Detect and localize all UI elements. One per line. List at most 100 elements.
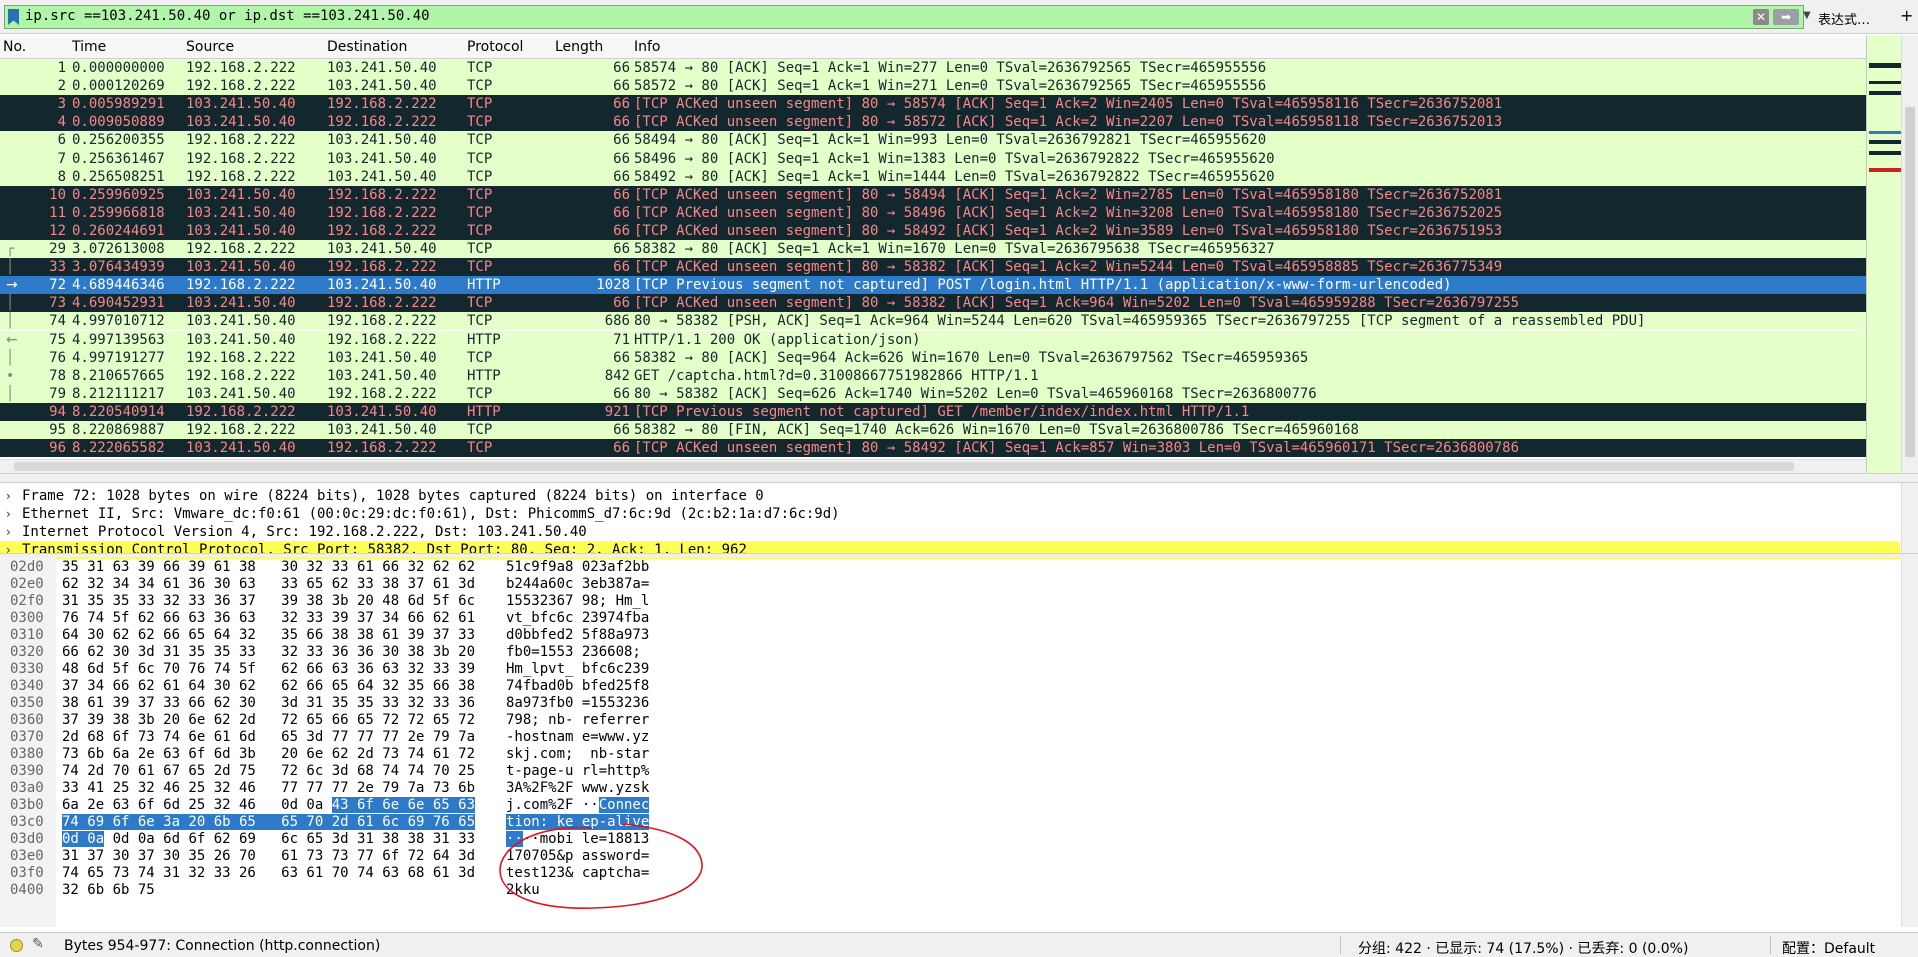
scrollbar-thumb[interactable] (14, 462, 1794, 471)
details-tree-item[interactable]: › Internet Protocol Version 4, Src: 192.1… (0, 523, 1900, 541)
column-header-no[interactable]: No. (3, 39, 26, 55)
hex-bytes[interactable]: 32 6b 6b 75 (62, 882, 155, 899)
packet-row[interactable]: 79 8.212111217 103.241.50.40 192.168.2.222 T… (0, 384, 1866, 403)
hex-bytes[interactable]: 73 6b 6a 2e 63 6f 6d 3b 20 6e 62 2d 73 7… (62, 746, 475, 763)
packet-row[interactable]: 72 4.689446346 192.168.2.222 103.241.50.40 H… (0, 276, 1866, 295)
hex-bytes[interactable]: 0d 0a 0d 0a 6d 6f 62 69 6c 65 3d 31 38 3… (62, 831, 475, 848)
column-header-time[interactable]: Time (72, 39, 106, 55)
dropdown-icon[interactable]: ▼ (1803, 10, 1811, 21)
bytes-scrollbar[interactable] (1901, 557, 1918, 927)
column-header-protocol[interactable]: Protocol (467, 39, 523, 55)
expand-arrow-icon[interactable]: › (6, 505, 11, 523)
hex-bytes[interactable]: 31 35 35 33 32 33 36 37 39 38 3b 20 48 6… (62, 593, 475, 610)
packet-cell-proto: HTTP (467, 367, 501, 384)
hex-bytes[interactable]: 2d 68 6f 73 74 6e 61 6d 65 3d 77 77 77 2… (62, 729, 475, 746)
packet-row[interactable]: 7 0.256361467 192.168.2.222 103.241.50.40 TC… (0, 149, 1866, 168)
ascii-bytes[interactable]: 51c9f9a8 023af2bb (506, 559, 649, 576)
packet-row[interactable]: 75 4.997139563 103.241.50.40 192.168.2.222 H… (0, 330, 1866, 349)
packet-row[interactable]: 4 0.009050889 103.241.50.40 192.168.2.222 TC… (0, 113, 1866, 132)
ascii-bytes[interactable]: Hm_lpvt_ bfc6c239 (506, 661, 649, 678)
hex-bytes[interactable]: 66 62 30 3d 31 35 35 33 32 33 36 36 30 3… (62, 644, 475, 661)
ascii-bytes[interactable]: 74fbad0b bfed25f8 (506, 678, 649, 695)
hex-bytes[interactable]: 6a 2e 63 6f 6d 25 32 46 0d 0a 43 6f 6e 6… (62, 797, 476, 814)
hex-bytes[interactable]: 74 65 73 74 31 32 33 26 63 61 70 74 63 6… (62, 865, 475, 882)
ascii-bytes[interactable]: b244a60c 3eb387a= (506, 576, 649, 593)
hex-bytes[interactable]: 31 37 30 37 30 35 26 70 61 73 73 77 6f 7… (62, 848, 475, 865)
packet-row[interactable]: 8 0.256508251 192.168.2.222 103.241.50.40 TC… (0, 167, 1866, 186)
ascii-bytes[interactable]: 15532367 98; Hm_l (506, 593, 649, 610)
packet-list-horizontal-scrollbar[interactable] (0, 459, 1866, 473)
hex-bytes[interactable]: 35 31 63 39 66 39 61 38 30 32 33 61 66 3… (62, 559, 475, 576)
packet-row[interactable]: 12 0.260244691 103.241.50.40 192.168.2.222 T… (0, 221, 1866, 240)
status-profile[interactable]: 配置：Default (1782, 938, 1875, 957)
selected-byte-span: 0d 0a (62, 831, 105, 847)
packet-row[interactable]: 95 8.220869887 192.168.2.222 103.241.50.40 T… (0, 421, 1866, 439)
pane-splitter[interactable] (0, 473, 1918, 483)
bookmark-icon[interactable] (8, 9, 19, 25)
hex-offset: 0390 (10, 763, 44, 779)
details-scrollbar[interactable] (1901, 483, 1918, 553)
ascii-bytes[interactable]: t-page-u rl=http% (506, 763, 649, 780)
hex-bytes[interactable]: 74 2d 70 61 67 65 2d 75 72 6c 3d 68 74 7… (62, 763, 475, 780)
packet-row[interactable]: 33 3.076434939 103.241.50.40 192.168.2.222 T… (0, 258, 1866, 277)
packet-cell-dst: 192.168.2.222 (327, 313, 437, 330)
ascii-bytes[interactable]: j.com%2F ··Connec (506, 797, 650, 814)
packet-row[interactable]: 96 8.222065582 103.241.50.40 192.168.2.222 T… (0, 439, 1866, 458)
ascii-bytes[interactable]: d0bbfed2 5f88a973 (506, 627, 649, 644)
hex-bytes[interactable]: 62 32 34 34 61 36 30 63 33 65 62 33 38 3… (62, 576, 475, 593)
expression-button[interactable]: 表达式… (1818, 9, 1870, 28)
expand-arrow-icon[interactable]: › (6, 523, 11, 541)
clear-icon[interactable]: ✕ (1753, 9, 1769, 25)
hex-bytes[interactable]: 74 69 6f 6e 3a 20 6b 65 65 70 2d 61 6c 6… (62, 814, 476, 831)
red-ellipse-annotation (499, 823, 703, 909)
ascii-bytes[interactable]: skj.com; nb-star (506, 746, 649, 763)
hex-bytes[interactable]: 37 39 38 3b 20 6e 62 2d 72 65 66 65 72 7… (62, 712, 475, 729)
column-header-info[interactable]: Info (634, 39, 661, 55)
ascii-bytes[interactable]: fb0=1553 236608; (506, 644, 649, 661)
packet-cell-src: 192.168.2.222 (186, 150, 296, 167)
packet-minimap[interactable] (1866, 35, 1901, 473)
packet-row[interactable]: 11 0.259966818 103.241.50.40 192.168.2.222 T… (0, 203, 1866, 222)
packet-cell-proto: TCP (467, 60, 493, 76)
packet-cell-time: 4.997010712 (72, 313, 165, 330)
packet-row[interactable]: 73 4.690452931 103.241.50.40 192.168.2.222 T… (0, 294, 1866, 313)
packet-row[interactable]: 74 4.997010712 103.241.50.40 192.168.2.222 T… (0, 312, 1866, 331)
hex-bytes[interactable]: 38 61 39 37 33 66 62 30 3d 31 35 35 33 3… (62, 695, 475, 712)
packet-row[interactable]: 94 8.220540914 192.168.2.222 103.241.50.40 H… (0, 402, 1866, 421)
packet-list-vertical-scrollbar[interactable] (1901, 35, 1918, 473)
packet-row[interactable]: 1 0.000000000 192.168.2.222 103.241.50.40 TC… (0, 59, 1866, 77)
byte-span: 35 31 63 39 66 39 61 38 30 32 33 61 66 3… (62, 559, 476, 575)
hex-bytes[interactable]: 33 41 25 32 46 25 32 46 77 77 77 2e 79 7… (62, 780, 475, 797)
ascii-bytes[interactable]: vt_bfc6c 23974fba (506, 610, 649, 627)
packet-row[interactable]: 78 8.210657665 192.168.2.222 103.241.50.40 H… (0, 366, 1866, 385)
expand-arrow-icon[interactable]: › (6, 487, 11, 505)
packet-row[interactable]: 6 0.256200355 192.168.2.222 103.241.50.40 TC… (0, 131, 1866, 150)
filter-text[interactable]: ip.src ==103.241.50.40 or ip.dst ==103.2… (25, 8, 430, 24)
apply-arrow-icon[interactable]: ➡ (1773, 9, 1799, 25)
ascii-bytes[interactable]: 8a973fb0 =1553236 (506, 695, 649, 712)
add-filter-button[interactable]: + (1900, 6, 1913, 25)
ascii-bytes[interactable]: 798; nb- referrer (506, 712, 649, 729)
packet-row[interactable]: 2 0.000120269 192.168.2.222 103.241.50.40 TC… (0, 77, 1866, 96)
details-tree-item[interactable]: › Frame 72: 1028 bytes on wire (8224 bits… (0, 487, 1900, 505)
ascii-bytes[interactable]: 3A%2F%2F www.yzsk (506, 780, 649, 797)
ascii-bytes[interactable]: -hostnam e=www.yz (506, 729, 649, 746)
packet-row[interactable]: 10 0.259960925 103.241.50.40 192.168.2.222 T… (0, 185, 1866, 204)
column-header-length[interactable]: Length (555, 39, 603, 55)
hex-bytes[interactable]: 76 74 5f 62 66 63 36 63 32 33 39 37 34 6… (62, 610, 475, 627)
display-filter-input[interactable]: ip.src ==103.241.50.40 or ip.dst ==103.2… (4, 5, 1811, 29)
column-header-source[interactable]: Source (186, 39, 234, 55)
hex-bytes[interactable]: 64 30 62 62 66 65 64 32 35 66 38 38 61 3… (62, 627, 475, 644)
packet-row[interactable]: 29 3.072613008 192.168.2.222 103.241.50.40 T… (0, 240, 1866, 258)
packet-row[interactable]: 3 0.005989291 103.241.50.40 192.168.2.222 TC… (0, 95, 1866, 114)
details-tree-item[interactable]: › Ethernet II, Src: Vmware_dc:f0:61 (00:0… (0, 505, 1900, 523)
edit-icon[interactable]: ✎ (32, 936, 44, 952)
packet-row[interactable]: 76 4.997191277 192.168.2.222 103.241.50.40 T… (0, 348, 1866, 367)
status-led-icon[interactable] (10, 939, 23, 952)
hex-bytes[interactable]: 48 6d 5f 6c 70 76 74 5f 62 66 63 36 63 3… (62, 661, 475, 678)
byte-span: 8a973fb0 =1553236 (506, 695, 650, 711)
column-header-destination[interactable]: Destination (327, 39, 407, 55)
hex-bytes[interactable]: 37 34 66 62 61 64 30 62 62 66 65 64 32 3… (62, 678, 475, 695)
scrollbar-thumb[interactable] (1905, 107, 1915, 457)
packet-cell-src: 192.168.2.222 (186, 422, 296, 438)
